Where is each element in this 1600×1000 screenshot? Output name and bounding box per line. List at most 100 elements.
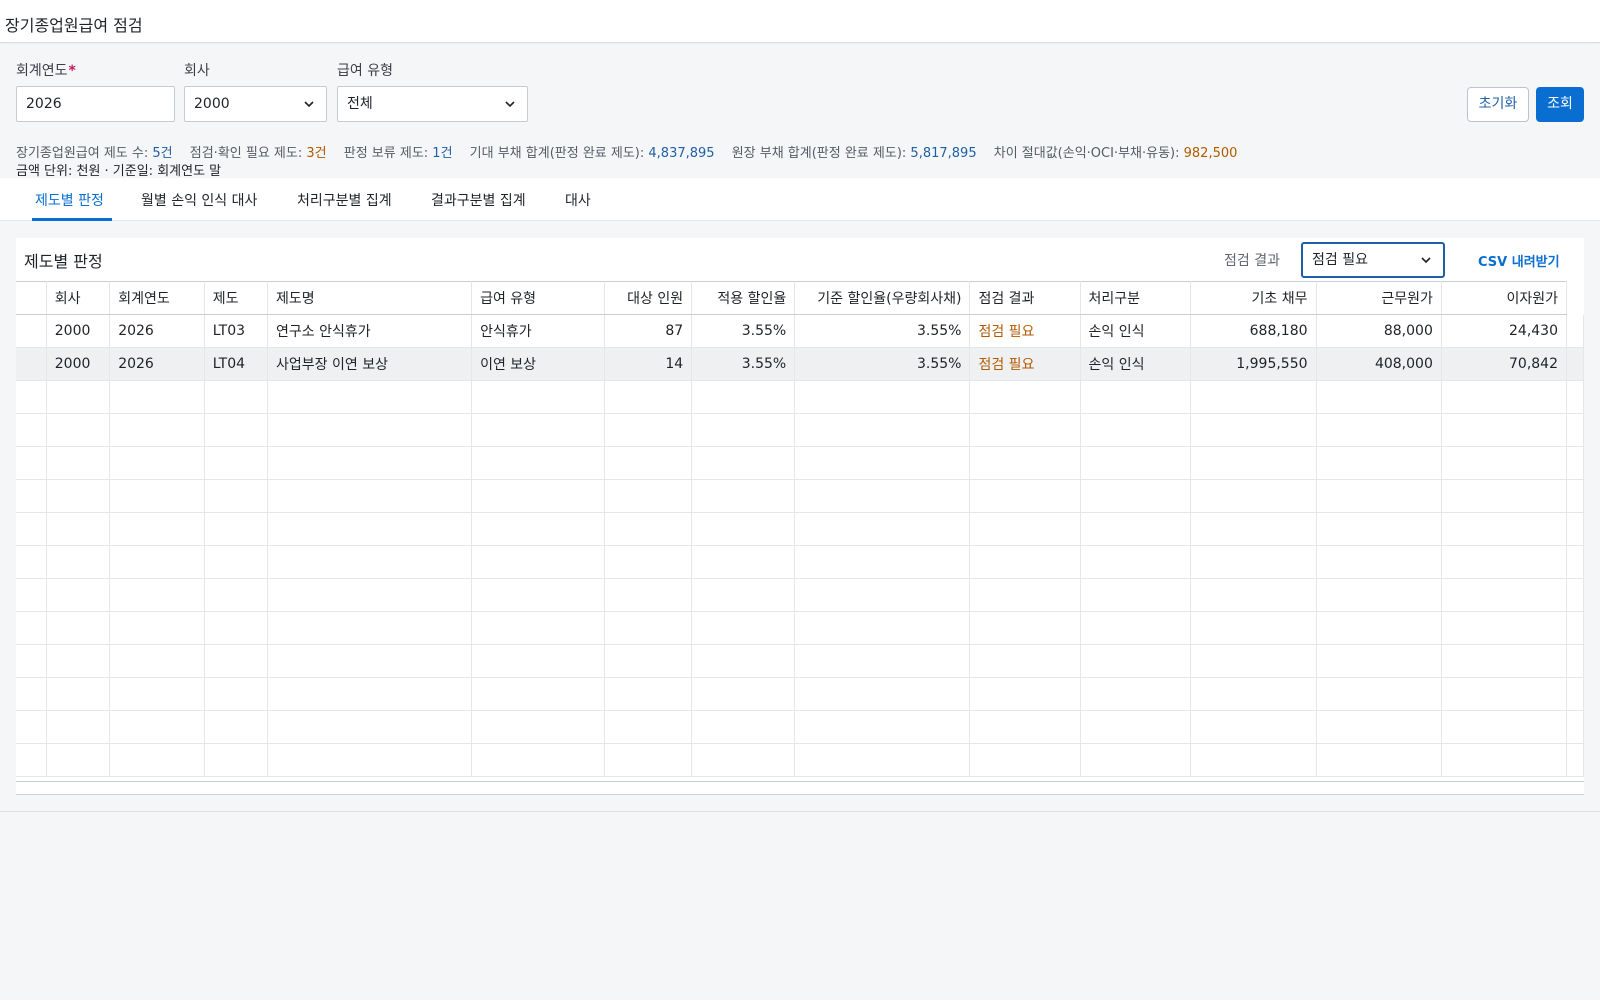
empty-table-row [16, 578, 1584, 612]
empty-cell [604, 710, 693, 744]
reset-button[interactable]: 초기화 [1467, 87, 1529, 122]
tab-monthly-reconciliation[interactable]: 월별 손익 인식 대사 [141, 190, 257, 210]
column-header[interactable]: 회사 [46, 281, 111, 315]
column-header[interactable]: 제도 [204, 281, 269, 315]
chevron-down-icon [304, 101, 314, 108]
column-header[interactable]: 점검 결과 [969, 281, 1081, 315]
empty-cell [109, 743, 205, 777]
chevron-down-icon [505, 101, 515, 108]
empty-cell [969, 446, 1081, 480]
empty-cell [969, 512, 1081, 546]
empty-cell [1080, 644, 1191, 678]
expected-liability-value: 4,837,895 [648, 146, 715, 161]
empty-cell [1566, 578, 1584, 612]
empty-cell [1566, 446, 1584, 480]
table-cell [1566, 314, 1584, 348]
summary-bar: 장기종업원급여 제도 수: 5건 점검·확인 필요 제도: 3건 판정 보류 제… [16, 146, 1238, 161]
empty-cell [794, 743, 971, 777]
table-cell: 손익 인식 [1080, 347, 1191, 381]
empty-cell [794, 710, 971, 744]
empty-cell [1080, 413, 1191, 447]
empty-cell [109, 479, 205, 513]
table-row[interactable]: 2000 2026 LT03 연구소 안식휴가 안식휴가 87 3.55% 3.55% 점검 필… [16, 314, 1584, 348]
empty-cell [46, 710, 111, 744]
empty-cell [471, 710, 605, 744]
empty-cell [1080, 611, 1191, 645]
result-filter-label: 점검 결과 [1224, 253, 1280, 269]
company-select[interactable]: 2000 [184, 86, 327, 122]
empty-cell [604, 380, 693, 414]
year-input[interactable]: 2026 [16, 86, 175, 122]
empty-cell [109, 545, 205, 579]
empty-cell [204, 710, 269, 744]
empty-cell [109, 611, 205, 645]
empty-cell [267, 578, 473, 612]
empty-cell [16, 545, 47, 579]
column-header[interactable]: 제도명 [267, 281, 473, 315]
empty-cell [204, 677, 269, 711]
empty-cell [1190, 644, 1317, 678]
column-header[interactable]: 처리구분 [1080, 281, 1191, 315]
empty-cell [46, 479, 111, 513]
empty-cell [267, 446, 473, 480]
empty-cell [969, 380, 1081, 414]
table-row[interactable]: 2000 2026 LT04 사업부장 이연 보상 이연 보상 14 3.55% 3.55% 점… [16, 347, 1584, 381]
empty-cell [1316, 545, 1442, 579]
empty-cell [471, 413, 605, 447]
empty-cell [16, 578, 47, 612]
row-selector-cell[interactable] [16, 314, 47, 348]
table-cell: LT03 [204, 314, 269, 348]
csv-download-link[interactable]: CSV 내려받기 [1478, 251, 1560, 270]
empty-cell [109, 413, 205, 447]
empty-cell [267, 710, 473, 744]
column-header[interactable]: 기초 채무 [1190, 281, 1317, 315]
empty-cell [267, 479, 473, 513]
tab-reconciliation[interactable]: 대사 [565, 190, 591, 210]
needs-check-value: 3건 [306, 146, 327, 161]
empty-cell [16, 479, 47, 513]
column-header[interactable]: 적용 할인율 [691, 281, 796, 315]
empty-cell [794, 446, 971, 480]
empty-cell [1190, 380, 1317, 414]
empty-cell [16, 380, 47, 414]
empty-cell [794, 578, 971, 612]
empty-cell [1566, 479, 1584, 513]
benefit-type-select[interactable]: 전체 [337, 86, 528, 122]
empty-cell [691, 743, 796, 777]
empty-cell [1441, 710, 1568, 744]
empty-cell [1080, 710, 1191, 744]
row-selector-header[interactable] [16, 281, 47, 315]
empty-cell [471, 545, 605, 579]
empty-cell [1441, 611, 1568, 645]
table-cell: LT04 [204, 347, 269, 381]
column-header[interactable]: 대상 인원 [604, 281, 693, 315]
tab-plan-judgement[interactable]: 제도별 판정 [35, 190, 104, 210]
empty-cell [1566, 611, 1584, 645]
benefit-type-label: 급여 유형 [337, 63, 393, 79]
row-selector-cell[interactable] [16, 347, 47, 381]
column-header[interactable]: 근무원가 [1316, 281, 1442, 315]
tab-result-summary[interactable]: 결과구분별 집계 [431, 190, 526, 210]
column-header[interactable]: 기준 할인율(우량회사채) [794, 281, 971, 315]
column-header[interactable]: 이자원가 [1441, 281, 1568, 315]
panel-title: 제도별 판정 [24, 252, 103, 271]
search-button[interactable]: 조회 [1536, 87, 1584, 122]
empty-cell [1080, 545, 1191, 579]
column-header[interactable]: 회계연도 [109, 281, 205, 315]
empty-table-row [16, 710, 1584, 744]
empty-cell [16, 677, 47, 711]
empty-cell [16, 644, 47, 678]
tab-treatment-summary[interactable]: 처리구분별 집계 [297, 190, 392, 210]
column-header[interactable]: 급여 유형 [471, 281, 605, 315]
empty-cell [109, 578, 205, 612]
table-cell: 2026 [109, 347, 205, 381]
empty-cell [46, 446, 111, 480]
table-cell: 2000 [46, 314, 111, 348]
result-filter-select[interactable]: 점검 필요 [1301, 242, 1445, 278]
empty-cell [267, 677, 473, 711]
empty-cell [969, 644, 1081, 678]
empty-cell [204, 413, 269, 447]
empty-cell [794, 413, 971, 447]
empty-cell [691, 644, 796, 678]
empty-cell [204, 545, 269, 579]
